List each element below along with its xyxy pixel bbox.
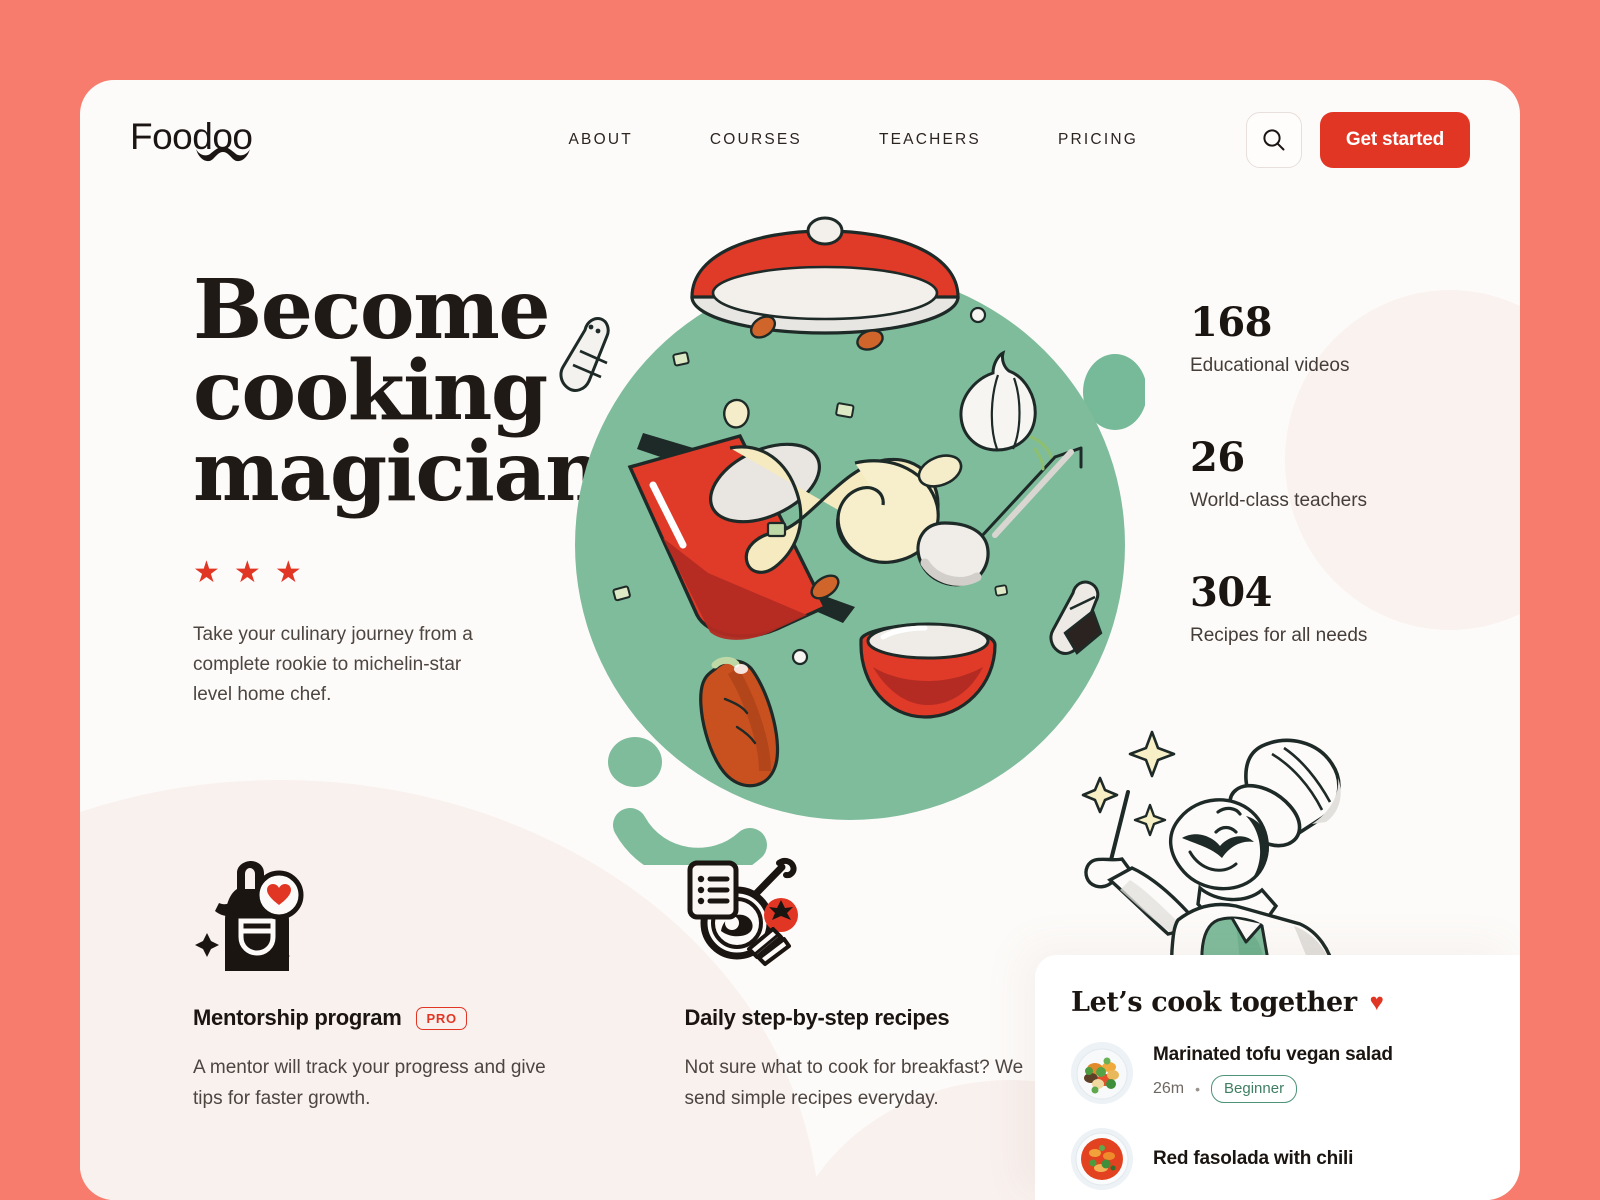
recipe-list-item[interactable]: Marinated tofu vegan salad 26m • Beginne…: [1071, 1042, 1520, 1104]
get-started-button[interactable]: Get started: [1319, 112, 1470, 168]
recipe-pan-icon: [687, 857, 798, 966]
feature-icon-wrap: [685, 855, 1054, 977]
stat-label: Educational videos: [1190, 355, 1350, 376]
ingredient-bit: [835, 402, 855, 419]
heart-icon: ♥: [1369, 988, 1384, 1016]
feature-title-row: Mentorship program PRO: [193, 1005, 562, 1031]
cook-card-header: Let’s cook together ♥: [1071, 987, 1520, 1018]
hero-subtitle: Take your culinary journey from a comple…: [193, 623, 473, 705]
nav-item-about[interactable]: ABOUT: [569, 123, 633, 157]
apron-heart-icon: [195, 861, 304, 971]
sparkle-icon: [1128, 730, 1176, 778]
feature-daily-recipes: Daily step-by-step recipes Not sure what…: [685, 855, 1054, 1115]
star-icon: ★: [274, 555, 302, 589]
star-icon: ★: [233, 555, 261, 589]
nav-item-pricing[interactable]: PRICING: [1058, 123, 1138, 157]
decorative-green-circle: [608, 737, 662, 787]
soup-photo-icon: [1071, 1128, 1133, 1190]
stat-label: World-class teachers: [1190, 490, 1368, 511]
search-button[interactable]: [1245, 112, 1302, 168]
difficulty-badge: Beginner: [1211, 1074, 1298, 1103]
pro-badge: PRO: [415, 1006, 467, 1030]
ingredient-bit: [723, 398, 750, 429]
page-card: Foodoo ABOUT COURSES TEACHERS PRICING Ge…: [80, 80, 1520, 1200]
nav-item-courses[interactable]: COURSES: [710, 123, 802, 157]
stat-item-teachers: 26 World-class teachers: [1190, 437, 1490, 512]
recipe-info: Marinated tofu vegan salad 26m • Beginne…: [1153, 1044, 1393, 1103]
stat-label: Recipes for all needs: [1190, 625, 1368, 646]
stat-value: 26: [1190, 434, 1245, 481]
ingredient-bit: [994, 584, 1008, 597]
brand-logo[interactable]: Foodoo: [130, 118, 253, 163]
header-actions: Get started: [1245, 112, 1470, 168]
feature-title-row: Daily step-by-step recipes: [685, 1005, 1054, 1031]
ingredient-bit: [969, 306, 987, 324]
feature-title: Daily step-by-step recipes: [684, 1005, 950, 1030]
stat-value: 168: [1190, 299, 1273, 346]
recipe-meta: 26m • Beginner: [1153, 1074, 1393, 1103]
recipe-thumbnail-fasolada: [1071, 1128, 1133, 1190]
cook-card-title: Let’s cook together: [1071, 987, 1357, 1018]
nav-item-teachers[interactable]: TEACHERS: [879, 123, 981, 157]
recipe-thumbnail-salad: [1071, 1042, 1133, 1104]
search-icon: [1263, 129, 1285, 151]
stats-list: 168 Educational videos 26 World-class te…: [1190, 302, 1490, 647]
star-icon: ★: [193, 555, 220, 589]
mustache-icon: [195, 146, 250, 161]
feature-description: A mentor will track your progress and gi…: [193, 1057, 546, 1109]
recipe-duration: 26m: [1153, 1079, 1185, 1097]
feature-icon-wrap: [193, 855, 562, 977]
recipe-list-item[interactable]: Red fasolada with chili: [1071, 1128, 1520, 1190]
stat-value: 304: [1190, 569, 1273, 616]
salt-shaker-icon: [559, 317, 610, 392]
feature-mentorship: Mentorship program PRO A mentor will tra…: [193, 855, 562, 1115]
ingredient-bit: [612, 585, 631, 602]
features-list: Mentorship program PRO A mentor will tra…: [193, 855, 1053, 1115]
sparkle-icon: [1133, 803, 1167, 837]
meta-separator-dot: •: [1195, 1080, 1201, 1097]
sparkle-icon: [1081, 776, 1119, 814]
salad-photo-icon: [1071, 1042, 1133, 1104]
ingredient-bit: [672, 351, 690, 367]
stat-item-videos: 168 Educational videos: [1190, 302, 1490, 377]
feature-title: Mentorship program: [193, 1005, 402, 1030]
pot-lid-icon: [690, 216, 960, 335]
stat-item-recipes: 304 Recipes for all needs: [1190, 572, 1490, 647]
site-header: Foodoo ABOUT COURSES TEACHERS PRICING Ge…: [80, 80, 1520, 200]
ingredient-bit: [791, 648, 809, 666]
lets-cook-together-card: Let’s cook together ♥ Marinated tofu veg…: [1035, 955, 1520, 1200]
main-nav: ABOUT COURSES TEACHERS PRICING: [569, 123, 1138, 157]
recipe-name: Red fasolada with chili: [1153, 1148, 1354, 1169]
recipe-name: Marinated tofu vegan salad: [1153, 1043, 1393, 1065]
feature-description: Not sure what to cook for breakfast? We …: [684, 1057, 1024, 1109]
recipe-info: Red fasolada with chili: [1153, 1148, 1353, 1170]
